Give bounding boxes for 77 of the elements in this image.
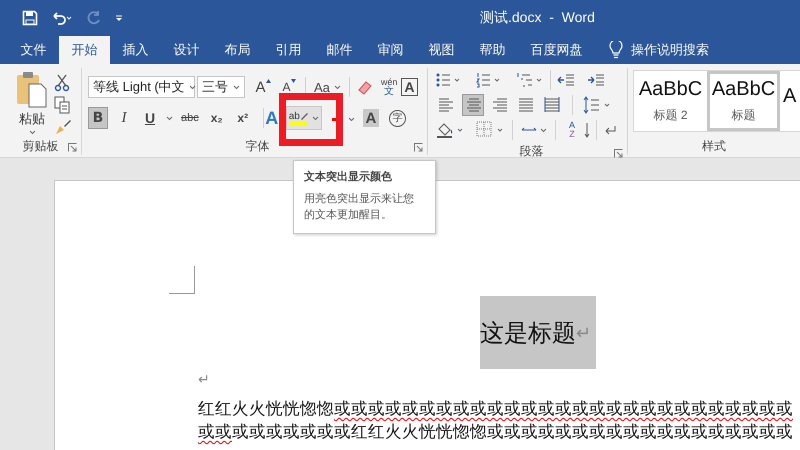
- caret-icon: [334, 84, 341, 90]
- ribbon-tab[interactable]: 帮助: [467, 36, 518, 64]
- numbered-list-icon[interactable]: [476, 72, 502, 88]
- decrease-indent-icon[interactable]: [557, 72, 575, 88]
- enclose-character-button[interactable]: 字: [388, 110, 406, 126]
- superscript-button[interactable]: x²: [232, 107, 253, 129]
- bold-button[interactable]: B: [88, 107, 108, 129]
- bullet-list-icon[interactable]: [436, 72, 462, 88]
- customize-icon[interactable]: [114, 13, 124, 23]
- caret-icon: [28, 130, 36, 135]
- clipboard-icon: [16, 70, 48, 108]
- paste-button[interactable]: 粘贴: [12, 70, 52, 137]
- subscript-button[interactable]: x₂: [206, 107, 227, 129]
- change-case-button[interactable]: Aa: [312, 76, 343, 98]
- caret-icon: [188, 84, 196, 90]
- ribbon-tab[interactable]: 审阅: [365, 36, 416, 64]
- tooltip-text: 用亮色突出显示来让您的文本更加醒目。: [304, 192, 415, 223]
- lightbulb-icon: [609, 41, 623, 59]
- underline-button[interactable]: U: [140, 107, 160, 129]
- group-label: 剪贴板: [22, 138, 58, 154]
- scissors-icon[interactable]: [54, 74, 70, 92]
- window-title: 测试.docx - Word: [480, 9, 595, 27]
- ribbon-tab[interactable]: 文件: [8, 36, 59, 64]
- group-label: 段落: [520, 143, 544, 160]
- caret-icon: [540, 128, 547, 132]
- tell-me-search[interactable]: 操作说明搜索: [609, 36, 709, 64]
- group-label: 字体: [246, 138, 270, 154]
- down-arrow-icon: [584, 122, 590, 138]
- tooltip-title: 文本突出显示颜色: [304, 170, 393, 184]
- ribbon-tab[interactable]: 设计: [161, 36, 212, 64]
- body-text: 红红火火恍恍惚惚或或或或或或或或或或或或或或或或或或或或或或或或或或或: [198, 398, 793, 420]
- up-triangle-icon: [266, 79, 270, 83]
- font-size-dropdown[interactable]: 三号: [197, 76, 245, 98]
- style-option[interactable]: AaBbC 标题: [707, 71, 780, 131]
- caret-icon: [312, 116, 319, 120]
- caret-icon: [166, 116, 173, 120]
- ribbon-tab[interactable]: 开始: [59, 36, 110, 64]
- ribbon-tab[interactable]: 引用: [263, 36, 314, 64]
- paragraph-mark: ↵: [198, 371, 210, 387]
- caret-icon: [233, 84, 240, 90]
- phonetic-guide-button[interactable]: wén 文: [378, 76, 400, 98]
- dialog-launcher-icon[interactable]: [414, 143, 423, 152]
- shrink-font-button[interactable]: A: [279, 76, 299, 98]
- format-painter-icon[interactable]: [54, 118, 72, 136]
- caret-icon: [348, 116, 355, 122]
- align-center-button[interactable]: [462, 94, 484, 116]
- ribbon-tab[interactable]: 插入: [110, 36, 161, 64]
- text-effects-button[interactable]: A: [262, 107, 282, 129]
- body-text: 或或或或或或或或或红红火火恍恍惚惚或或或或或或或或或或或或或或或或或或: [198, 421, 793, 443]
- down-triangle-icon: [290, 79, 296, 83]
- highlight-color-button[interactable]: ab: [286, 106, 322, 130]
- document-heading: 这是标题↵: [480, 296, 596, 369]
- ribbon-tab[interactable]: 布局: [212, 36, 263, 64]
- arrows-icon: [521, 127, 537, 133]
- sort-button[interactable]: A Z: [562, 119, 582, 141]
- font-name-dropdown[interactable]: 等线 Light (中文: [88, 76, 195, 98]
- grow-font-button[interactable]: A: [253, 76, 273, 98]
- ribbon-tab[interactable]: 百度网盘: [518, 36, 595, 64]
- paragraph-mark-icon[interactable]: [603, 123, 617, 137]
- annotation-frame: [279, 93, 343, 146]
- save-icon[interactable]: [22, 10, 38, 26]
- italic-button[interactable]: I: [114, 107, 134, 129]
- increase-indent-icon[interactable]: [587, 72, 605, 88]
- style-option[interactable]: A: [780, 71, 800, 131]
- style-option[interactable]: AaBbC 标题 2: [634, 71, 707, 131]
- pen-icon: [300, 113, 308, 120]
- multilevel-list-icon[interactable]: [516, 72, 544, 88]
- margin-corner-mark: [169, 266, 195, 294]
- group-label: 样式: [702, 138, 726, 154]
- copy-icon[interactable]: [54, 96, 70, 114]
- dialog-launcher-icon[interactable]: [68, 143, 77, 152]
- character-shading-button[interactable]: A: [362, 109, 379, 127]
- dialog-launcher-icon[interactable]: [614, 149, 623, 158]
- ribbon-tab[interactable]: 邮件: [314, 36, 365, 64]
- ribbon-tab[interactable]: 视图: [416, 36, 467, 64]
- strikethrough-button[interactable]: abc: [179, 107, 201, 129]
- character-border-button[interactable]: A: [401, 78, 418, 96]
